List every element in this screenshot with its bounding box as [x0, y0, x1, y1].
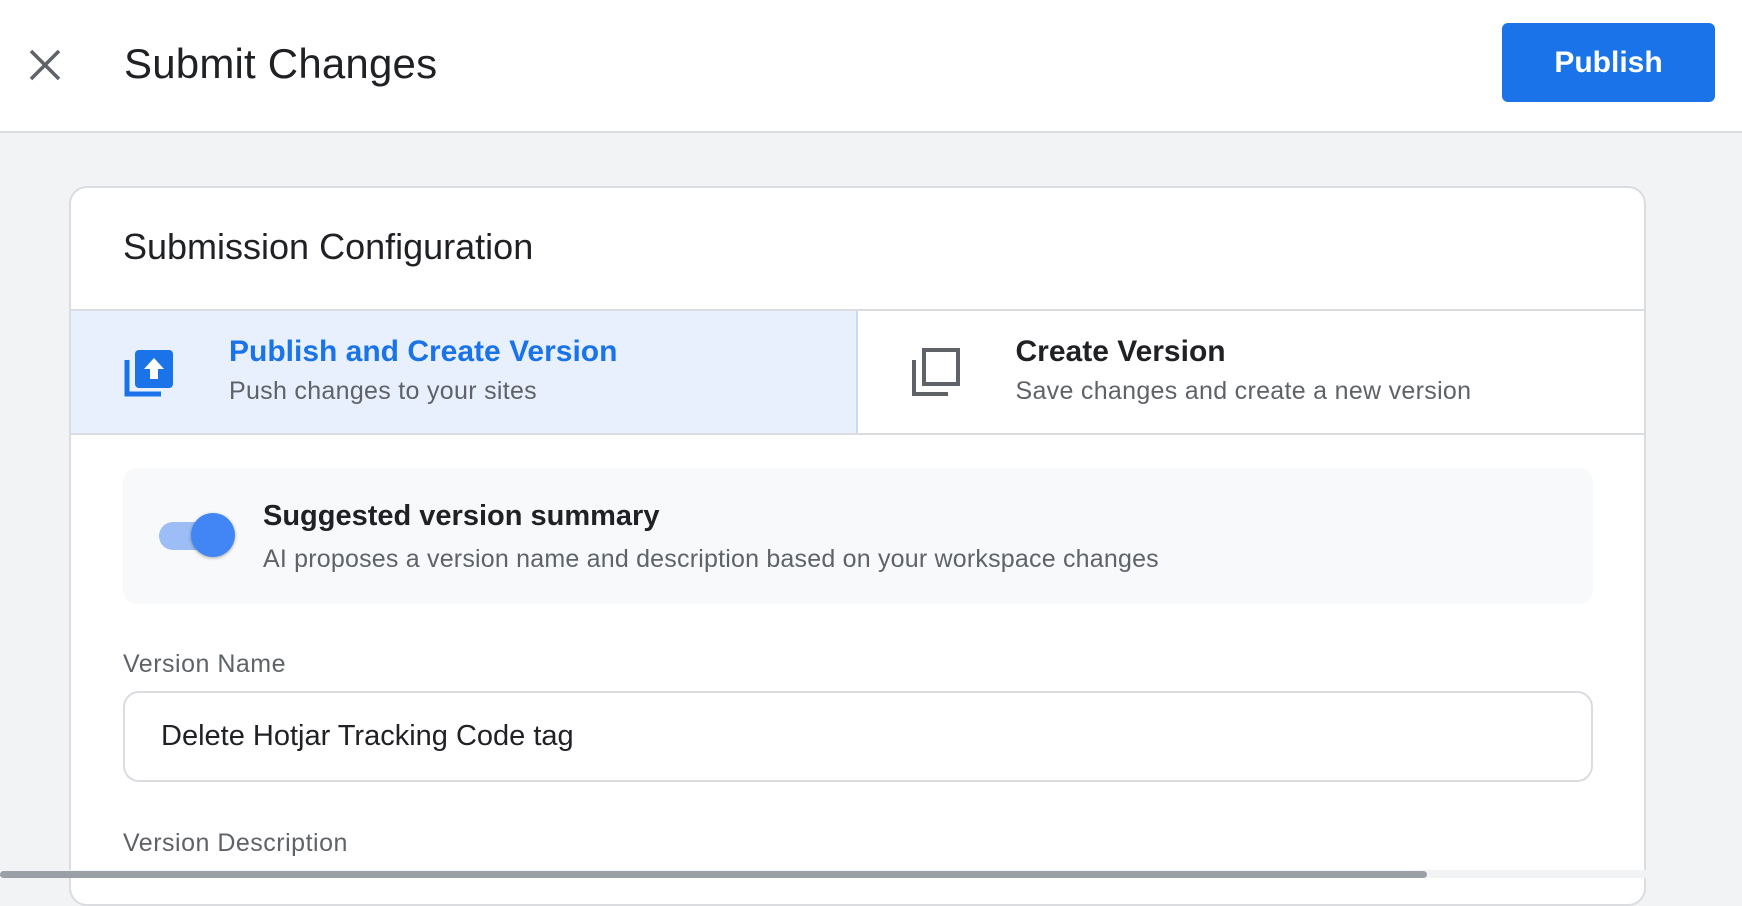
toggle-knob: [191, 513, 235, 557]
page-title: Submit Changes: [124, 40, 438, 87]
top-bar: Submit Changes Publish: [0, 0, 1742, 133]
card-title: Submission Configuration: [123, 226, 534, 267]
copy-stack-icon: [911, 348, 960, 396]
version-name-input[interactable]: [123, 691, 1593, 782]
option-title: Publish and Create Version: [229, 335, 618, 368]
summary-title: Suggested version summary: [263, 500, 660, 532]
option-publish-and-create-version[interactable]: Publish and Create Version Push changes …: [71, 311, 858, 433]
option-subtitle: Push changes to your sites: [229, 377, 537, 405]
publish-button[interactable]: Publish: [1502, 23, 1715, 102]
submission-configuration-card: Submission Configuration Publish and Cre…: [69, 186, 1646, 906]
horizontal-scrollbar[interactable]: [0, 870, 1742, 878]
option-create-version[interactable]: Create Version Save changes and create a…: [858, 311, 1645, 433]
version-description-label: Version Description: [123, 829, 348, 857]
scrollbar-thumb[interactable]: [0, 871, 1427, 878]
submission-type-options: Publish and Create Version Push changes …: [71, 309, 1644, 435]
suggested-summary-panel: Suggested version summary AI proposes a …: [123, 468, 1593, 604]
suggested-summary-toggle[interactable]: [159, 513, 235, 557]
close-icon: [29, 49, 61, 81]
version-name-label: Version Name: [123, 650, 287, 678]
option-subtitle: Save changes and create a new version: [1015, 377, 1472, 405]
close-button[interactable]: [22, 42, 68, 88]
publish-upload-icon: [124, 350, 173, 397]
summary-description: AI proposes a version name and descripti…: [263, 545, 1159, 573]
option-title: Create Version: [1015, 335, 1226, 368]
